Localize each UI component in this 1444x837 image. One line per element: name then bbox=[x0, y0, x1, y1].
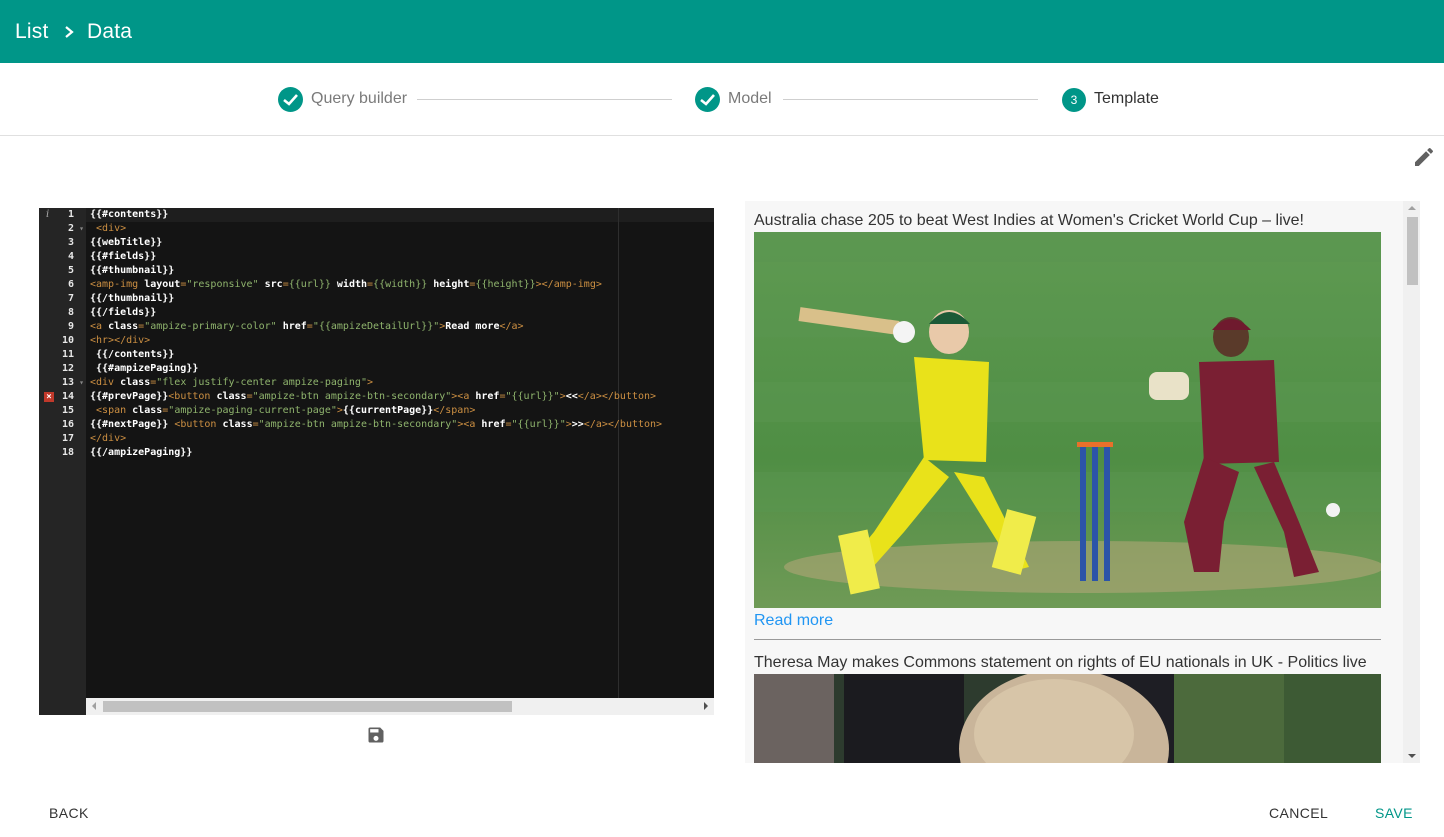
code-line[interactable]: {{#prevPage}}<button class="ampize-btn a… bbox=[90, 390, 714, 404]
scrollbar-thumb[interactable] bbox=[1407, 217, 1418, 285]
floppy-disk-icon[interactable] bbox=[366, 725, 386, 745]
line-number: 2 ▾ bbox=[67, 222, 84, 236]
error-marker-icon[interactable]: × bbox=[44, 392, 54, 402]
line-number: 17 bbox=[61, 433, 74, 444]
pencil-icon[interactable] bbox=[1412, 145, 1436, 169]
step-template-label[interactable]: Template bbox=[1094, 89, 1159, 109]
code-line[interactable]: {{#fields}} bbox=[90, 250, 714, 264]
save-button[interactable]: SAVE bbox=[1375, 804, 1413, 822]
code-lines[interactable]: {{#contents}} <div> {{webTitle}} {{#fields… bbox=[90, 208, 714, 460]
info-marker-icon[interactable]: i bbox=[46, 208, 49, 222]
fold-arrow-icon[interactable]: ▾ bbox=[79, 222, 84, 236]
line-number: 16 bbox=[61, 419, 74, 430]
code-line[interactable]: {{/contents}} bbox=[90, 348, 714, 362]
breadcrumb-list[interactable]: List bbox=[15, 19, 48, 45]
line-number: 6 bbox=[67, 279, 74, 290]
breadcrumb-data: Data bbox=[87, 20, 133, 43]
scroll-down-arrow-icon[interactable] bbox=[1408, 754, 1416, 758]
fold-arrow-icon[interactable]: ▾ bbox=[79, 376, 84, 390]
line-number: 15 bbox=[61, 405, 74, 416]
line-number: 3 bbox=[67, 237, 74, 248]
code-line[interactable]: </div> bbox=[90, 432, 714, 446]
step-query-builder-check-icon[interactable] bbox=[278, 87, 303, 112]
step-model-check-icon[interactable] bbox=[695, 87, 720, 112]
scrollbar-thumb[interactable] bbox=[103, 701, 512, 712]
line-number: i1 bbox=[46, 208, 74, 222]
line-number: 9 bbox=[67, 321, 74, 332]
code-line[interactable]: <hr></div> bbox=[90, 334, 714, 348]
code-line[interactable]: {{webTitle}} bbox=[90, 236, 714, 250]
step-connector bbox=[417, 99, 672, 100]
code-line[interactable]: <span class="ampize-paging-current-page"… bbox=[90, 404, 714, 418]
code-line[interactable]: <div> bbox=[90, 222, 714, 236]
editor-gutter: i 1 2 ▾ 3 4 5 6 7 8 9 10 11 12 13 ▾ × 14 15 16 17 18 bbox=[39, 208, 86, 715]
line-number: 8 bbox=[67, 307, 74, 318]
code-line[interactable]: <div class="flex justify-center ampize-p… bbox=[90, 376, 714, 390]
line-number: 11 bbox=[61, 349, 74, 360]
scroll-up-arrow-icon[interactable] bbox=[1408, 206, 1416, 210]
code-line[interactable]: {{#ampizePaging}} bbox=[90, 362, 714, 376]
code-line[interactable]: {{/thumbnail}} bbox=[90, 292, 714, 306]
step-query-builder-label[interactable]: Query builder bbox=[311, 89, 407, 109]
code-line[interactable]: {{#thumbnail}} bbox=[90, 264, 714, 278]
article-image-politics bbox=[754, 674, 1381, 763]
code-line[interactable]: {{#nextPage}} <button class="ampize-btn … bbox=[90, 418, 714, 432]
code-line[interactable]: {{/ampizePaging}} bbox=[90, 446, 714, 460]
scroll-right-arrow-icon[interactable] bbox=[704, 702, 708, 710]
stepper: Query builder Model 3 Template bbox=[0, 63, 1444, 136]
line-number: 13 ▾ bbox=[61, 376, 84, 390]
template-code-editor[interactable]: i 1 2 ▾ 3 4 5 6 7 8 9 10 11 12 13 ▾ × 14 15 16 17 18 {{#conte… bbox=[39, 208, 714, 715]
code-line[interactable]: <a class="ampize-primary-color" href="{{… bbox=[90, 320, 714, 334]
line-number: 7 bbox=[67, 293, 74, 304]
app-header: List Data bbox=[0, 0, 1444, 63]
code-line[interactable]: {{#contents}} bbox=[90, 208, 714, 222]
cancel-button[interactable]: CANCEL bbox=[1269, 804, 1328, 822]
code-line[interactable]: {{/fields}} bbox=[90, 306, 714, 320]
line-number: × 14 bbox=[39, 390, 86, 404]
line-number: 5 bbox=[67, 265, 74, 276]
template-preview[interactable]: Australia chase 205 to beat West Indies … bbox=[745, 201, 1420, 763]
line-number: 4 bbox=[67, 251, 74, 262]
step-model-label[interactable]: Model bbox=[728, 89, 772, 109]
article-divider bbox=[754, 639, 1381, 640]
article-image-cricket bbox=[754, 232, 1381, 608]
editor-horizontal-scrollbar[interactable] bbox=[86, 698, 714, 715]
scroll-left-arrow-icon[interactable] bbox=[92, 702, 96, 710]
step-template-number[interactable]: 3 bbox=[1062, 88, 1086, 112]
chevron-right-icon bbox=[65, 26, 74, 38]
back-button[interactable]: BACK bbox=[49, 804, 89, 822]
step-connector bbox=[783, 99, 1038, 100]
line-number: 10 bbox=[61, 335, 74, 346]
line-number: 18 bbox=[61, 447, 74, 458]
article-title: Australia chase 205 to beat West Indies … bbox=[754, 212, 1304, 229]
article-title: Theresa May makes Commons statement on r… bbox=[754, 654, 1367, 671]
preview-vertical-scrollbar[interactable] bbox=[1403, 201, 1420, 763]
code-line[interactable]: <amp-img layout="responsive" src={{url}}… bbox=[90, 278, 714, 292]
line-number: 12 bbox=[61, 363, 74, 374]
read-more-link[interactable]: Read more bbox=[754, 611, 833, 631]
